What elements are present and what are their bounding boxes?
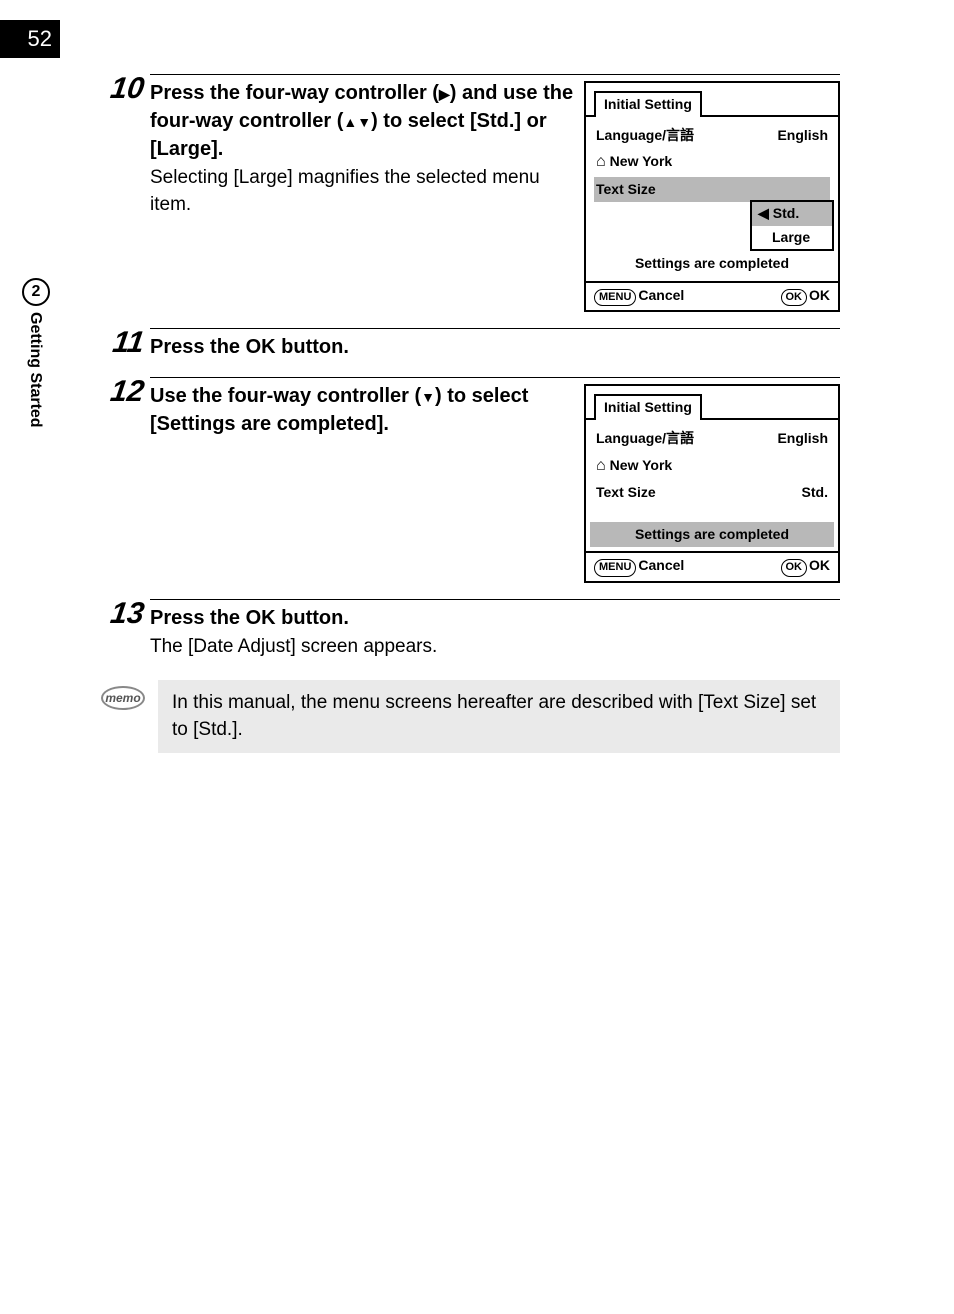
value: Std. (802, 483, 828, 503)
row-language: Language/言語 English (594, 426, 830, 452)
down-triangle-icon: ▼ (357, 114, 371, 130)
step-11-heading: Press the OK button. (150, 333, 840, 361)
row-city: ⌂New York (594, 452, 830, 480)
label: Settings are completed (635, 254, 789, 274)
option-std-selected: ◀ Std. (752, 202, 832, 226)
text: Use the four-way controller ( (150, 385, 421, 407)
memo-block: memo In this manual, the menu screens he… (100, 680, 840, 753)
value: English (777, 429, 828, 449)
lcd-screen-a: Initial Setting Language/言語 English ⌂New… (584, 81, 840, 312)
label: Text Size (596, 180, 656, 200)
up-triangle-icon: ▲ (343, 114, 357, 130)
content-area: 10 Press the four-way controller (▶) and… (100, 74, 840, 753)
ok-label: OK (809, 287, 830, 303)
home-icon: ⌂ (596, 151, 606, 173)
cancel-label: Cancel (638, 557, 684, 573)
step-13-sub: The [Date Adjust] screen appears. (150, 634, 840, 661)
option-label: Large (772, 228, 810, 248)
step-10-sub: Selecting [Large] magnifies the selected… (150, 165, 574, 218)
step-12-heading: Use the four-way controller (▼) to selec… (150, 382, 574, 438)
right-triangle-icon: ▶ (439, 86, 450, 102)
ok-pill: OK (781, 559, 808, 576)
option-label: Std. (773, 204, 799, 224)
step-number: 11 (98, 328, 152, 358)
row-text-size: Text Size Std. (594, 480, 830, 506)
step-number: 13 (98, 599, 152, 629)
lcd-screen-b: Initial Setting Language/言語 English ⌂New… (584, 384, 840, 582)
value: New York (610, 153, 673, 169)
screen-footer: MENUCancel OKOK (586, 551, 838, 576)
value: New York (610, 457, 673, 473)
label: Settings are completed (635, 525, 789, 545)
screen-footer: MENUCancel OKOK (586, 281, 838, 306)
text-size-dropdown: ◀ Std. Large (750, 200, 834, 251)
step-11: 11 Press the OK button. (100, 328, 840, 361)
row-completed-selected: Settings are completed (590, 522, 834, 548)
step-12: 12 Use the four-way controller (▼) to se… (100, 377, 840, 582)
step-number: 10 (98, 74, 152, 104)
ok-label: OK (809, 557, 830, 573)
row-text-size-selected: Text Size (594, 177, 830, 203)
memo-text: In this manual, the menu screens hereaft… (158, 680, 840, 753)
text: Press the four-way controller ( (150, 82, 439, 104)
page-number: 52 (0, 20, 60, 58)
step-number: 12 (98, 377, 152, 407)
label: Text Size (596, 483, 656, 503)
option-large: Large (752, 226, 832, 250)
cancel-label: Cancel (638, 287, 684, 303)
chapter-side-tab: 2 Getting Started (0, 278, 60, 428)
value: English (777, 126, 828, 146)
step-10-heading: Press the four-way controller (▶) and us… (150, 79, 574, 163)
label: Language/言語 (596, 126, 694, 146)
memo-icon-label: memo (101, 686, 145, 710)
step-10: 10 Press the four-way controller (▶) and… (100, 74, 840, 312)
down-triangle-icon: ▼ (421, 389, 435, 405)
step-13-heading: Press the OK button. (150, 604, 840, 632)
menu-pill: MENU (594, 289, 636, 306)
row-city: ⌂New York (594, 148, 830, 176)
menu-pill: MENU (594, 559, 636, 576)
home-icon: ⌂ (596, 455, 606, 477)
row-language: Language/言語 English (594, 123, 830, 149)
ok-pill: OK (781, 289, 808, 306)
left-triangle-icon: ◀ (758, 204, 769, 224)
screen-title-tab: Initial Setting (594, 394, 702, 420)
label: Language/言語 (596, 429, 694, 449)
chapter-label: Getting Started (26, 312, 44, 428)
step-13: 13 Press the OK button. The [Date Adjust… (100, 599, 840, 661)
chapter-number: 2 (22, 278, 50, 306)
screen-title-tab: Initial Setting (594, 91, 702, 117)
memo-icon: memo (100, 680, 146, 710)
row-completed: Settings are completed (594, 251, 830, 277)
